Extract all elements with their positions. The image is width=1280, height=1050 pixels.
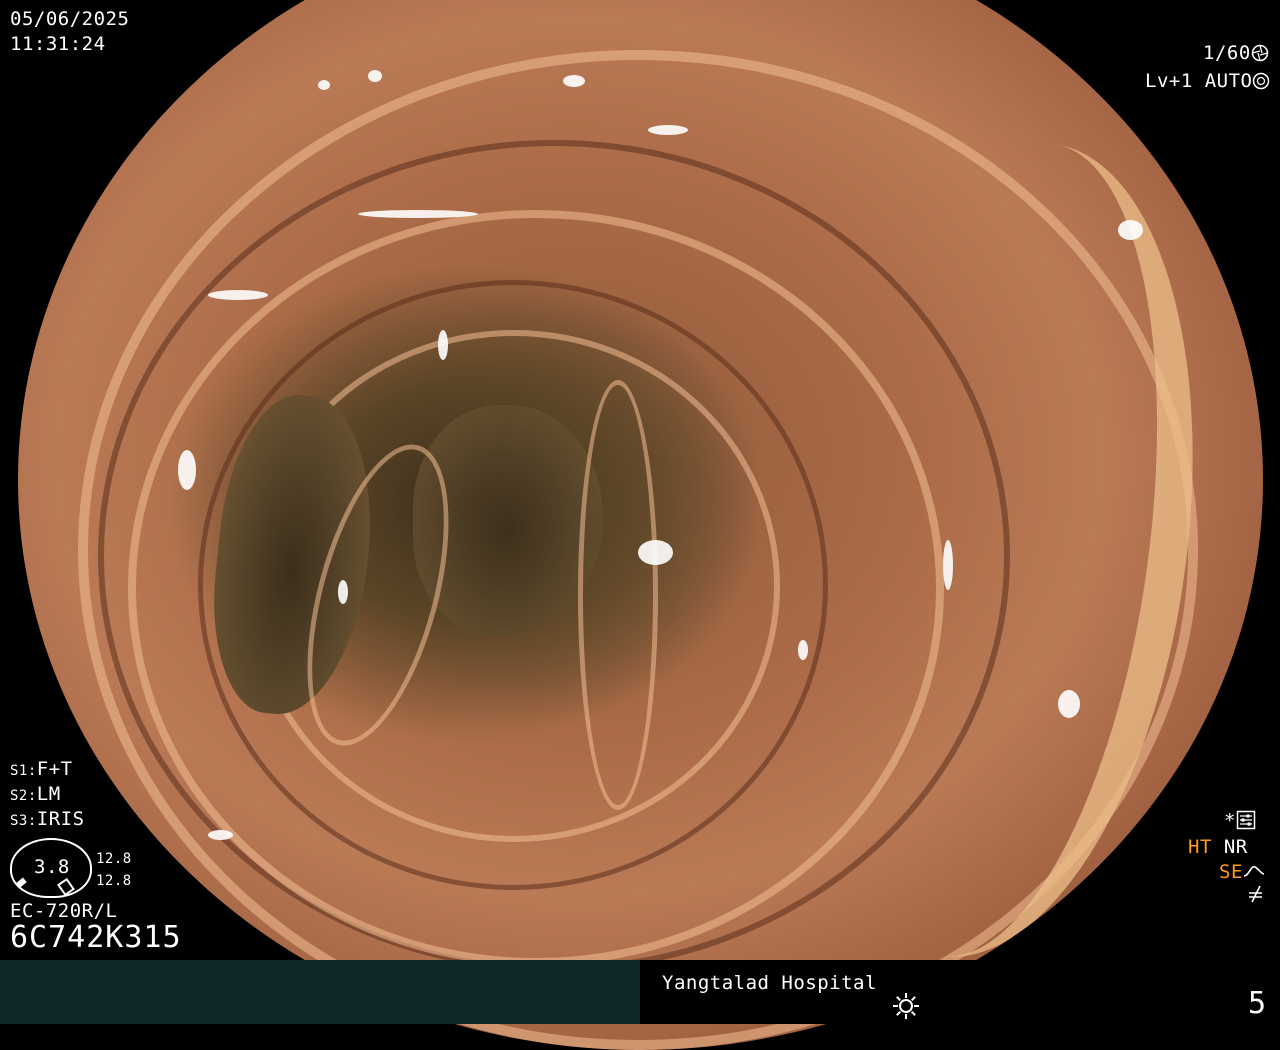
zoom-top-value: 12.8 <box>96 851 132 867</box>
light-reflection <box>338 580 348 604</box>
hospital-name: Yangtalad Hospital <box>662 972 877 994</box>
light-reflection <box>178 450 196 490</box>
ht-label: HT <box>1188 836 1212 858</box>
zoom-bottom-value: 12.8 <box>96 873 132 889</box>
light-reflection <box>208 830 233 840</box>
flash-off-row <box>1246 884 1266 909</box>
light-reflection <box>638 540 673 565</box>
zoom-value: 3.8 <box>34 856 70 878</box>
star-label: * <box>1224 810 1236 832</box>
zoom-needle-icon <box>15 877 27 889</box>
nr-label: NR <box>1223 836 1248 858</box>
setting-s2: S2:LM <box>10 783 61 807</box>
footer-right-panel: Yangtalad Hospital 5 <box>640 960 1280 1024</box>
setting-s1: S1:F+T <box>10 758 73 782</box>
setting-s1-key: S1: <box>10 763 37 779</box>
light-reflection <box>358 210 478 218</box>
shutter-value: 1/60 <box>1203 42 1251 64</box>
light-reflection <box>563 75 585 87</box>
zoom-marker-icon <box>57 877 75 897</box>
setting-s3-value: IRIS <box>36 808 85 830</box>
aperture-icon <box>1251 42 1269 64</box>
light-reflection <box>438 330 448 360</box>
settings-panel-icon <box>1236 810 1256 832</box>
date-label: 05/06/2025 <box>10 8 130 30</box>
light-reflection <box>798 640 808 660</box>
light-reflection <box>368 70 382 82</box>
light-reflection <box>1118 10 1168 20</box>
status-ht-nr-row: HT NR <box>1188 836 1248 858</box>
light-reflection <box>318 80 330 90</box>
light-reflection <box>648 125 688 135</box>
light-reflection <box>943 540 953 590</box>
setting-s3-key: S3: <box>10 813 37 829</box>
scope-serial: 6C742K315 <box>10 920 182 955</box>
exposure-value: AUTO <box>1204 70 1253 92</box>
mucosal-fold <box>578 380 658 810</box>
scope-model: EC-720R/L <box>10 900 118 922</box>
status-se-row: SE <box>1219 861 1265 883</box>
iris-icon <box>1252 70 1270 92</box>
footer-left-panel <box>0 960 640 1024</box>
frame-number: 5 <box>1248 986 1268 1021</box>
enhancement-curve-icon <box>1243 861 1265 883</box>
light-reflection <box>1058 690 1080 718</box>
zoom-indicator: 3.8 <box>10 838 92 898</box>
light-icon <box>890 990 922 1026</box>
setting-s2-key: S2: <box>10 788 37 804</box>
se-label: SE <box>1219 861 1243 883</box>
setting-s2-value: LM <box>36 783 61 805</box>
setting-s1-value: F+T <box>36 758 73 780</box>
flash-off-icon <box>1246 884 1266 909</box>
endoscope-view <box>18 0 1263 1050</box>
setting-s3: S3:IRIS <box>10 808 85 832</box>
light-reflection <box>1118 220 1143 240</box>
status-star-row: * <box>1224 810 1256 832</box>
time-label: 11:31:24 <box>10 33 106 55</box>
level-value: Lv+1 <box>1145 70 1193 92</box>
light-reflection <box>208 290 268 300</box>
exposure-readout: Lv+1 AUTO <box>1145 70 1270 92</box>
shutter-readout: 1/60 <box>1203 42 1269 64</box>
